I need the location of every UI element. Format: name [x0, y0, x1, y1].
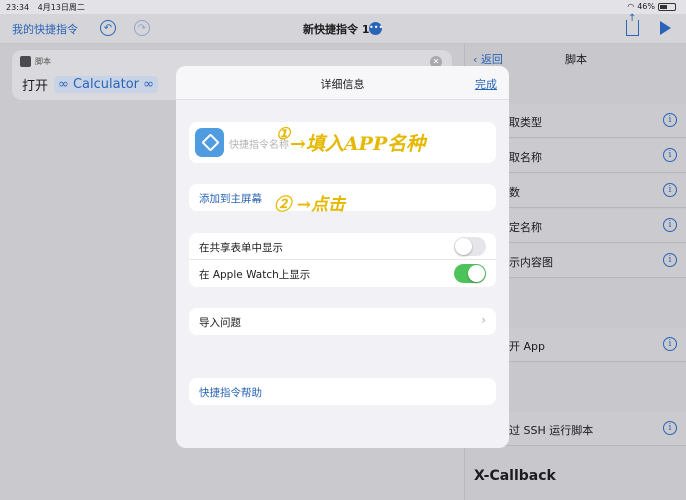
- info-icon[interactable]: i: [663, 337, 677, 351]
- help-row[interactable]: 快捷指令帮助: [189, 378, 496, 405]
- more-options-icon[interactable]: •••: [369, 22, 383, 35]
- action-row-label: 开 App: [509, 340, 545, 353]
- wifi-icon: ◠: [627, 2, 635, 11]
- time-text: 23:34: [6, 3, 30, 12]
- battery-icon: [658, 2, 676, 11]
- panel-title: 脚本: [565, 53, 587, 66]
- info-icon[interactable]: i: [663, 148, 677, 162]
- back-button[interactable]: ‹ 返回: [473, 51, 503, 67]
- action-row-label: 示内容图: [509, 256, 553, 269]
- share-sheet-row: 在共享表单中显示: [189, 233, 496, 260]
- annotation-step1-mark: ①: [276, 124, 291, 143]
- status-bar: 23:34 4月13日周二 ◠ 46%: [0, 0, 686, 14]
- status-right: ◠ 46%: [627, 2, 676, 11]
- apple-watch-label: 在 Apple Watch上显示: [199, 269, 311, 281]
- battery-percent: 46%: [637, 2, 655, 11]
- action-row-label: 取名称: [509, 151, 542, 164]
- import-questions-label: 导入问题: [199, 317, 241, 329]
- script-grid-icon: [20, 56, 31, 67]
- shortcut-title[interactable]: 新快捷指令 1: [303, 21, 369, 37]
- action-verb: 打开: [22, 79, 49, 94]
- shortcut-help-link[interactable]: 快捷指令帮助: [199, 385, 262, 400]
- done-button[interactable]: 完成: [475, 76, 497, 92]
- run-icon[interactable]: [660, 21, 671, 35]
- import-group: 导入问题 ›: [189, 308, 496, 335]
- action-row-label: 定名称: [509, 221, 542, 234]
- status-time: 23:34 4月13日周二: [6, 2, 85, 13]
- info-icon[interactable]: i: [663, 253, 677, 267]
- share-sheet-toggle[interactable]: [454, 237, 486, 256]
- modal-title: 详细信息: [320, 78, 365, 91]
- apple-watch-toggle[interactable]: [454, 264, 486, 283]
- action-category: 脚本: [20, 56, 51, 67]
- details-modal: 详细信息 完成 快捷指令名称 添加到主屏幕 在共享表单中显示 在 Apple W…: [176, 66, 509, 448]
- action-row-label: 数: [509, 186, 520, 199]
- info-icon[interactable]: i: [663, 421, 677, 435]
- action-body: 打开 ∞ Calculator ∞: [22, 75, 158, 94]
- apple-watch-row: 在 Apple Watch上显示: [189, 260, 496, 287]
- info-icon[interactable]: i: [663, 183, 677, 197]
- add-to-home-button[interactable]: 添加到主屏幕: [199, 191, 262, 206]
- import-questions-row[interactable]: 导入问题 ›: [189, 308, 496, 335]
- info-icon[interactable]: i: [663, 113, 677, 127]
- help-group: 快捷指令帮助: [189, 378, 496, 405]
- info-icon[interactable]: i: [663, 218, 677, 232]
- display-options-group: 在共享表单中显示 在 Apple Watch上显示: [189, 233, 496, 287]
- date-text: 4月13日周二: [37, 3, 85, 12]
- shortcut-app-icon[interactable]: [195, 128, 224, 157]
- annotation-step2-text: ② →点击: [274, 195, 346, 215]
- undo-icon[interactable]: ↶: [100, 20, 116, 36]
- editor-toolbar: 我的快捷指令 ↶ ↷ 新快捷指令 1 •••: [0, 13, 686, 44]
- action-row-label: 过 SSH 运行脚本: [509, 424, 594, 437]
- modal-header: 详细信息 完成: [176, 66, 509, 100]
- action-category-label: 脚本: [35, 57, 51, 66]
- redo-icon[interactable]: ↷: [134, 20, 150, 36]
- share-icon[interactable]: [626, 13, 639, 36]
- my-shortcuts-link[interactable]: 我的快捷指令: [12, 21, 78, 37]
- back-label: 返回: [480, 53, 503, 66]
- annotation-step1-text: →填入APP名种: [290, 133, 426, 155]
- app-token[interactable]: ∞ Calculator ∞: [54, 76, 158, 93]
- section-heading: X-Callback: [474, 468, 556, 484]
- share-sheet-label: 在共享表单中显示: [199, 242, 283, 254]
- chevron-right-icon: ›: [481, 313, 486, 327]
- action-row-label: 取类型: [509, 116, 542, 129]
